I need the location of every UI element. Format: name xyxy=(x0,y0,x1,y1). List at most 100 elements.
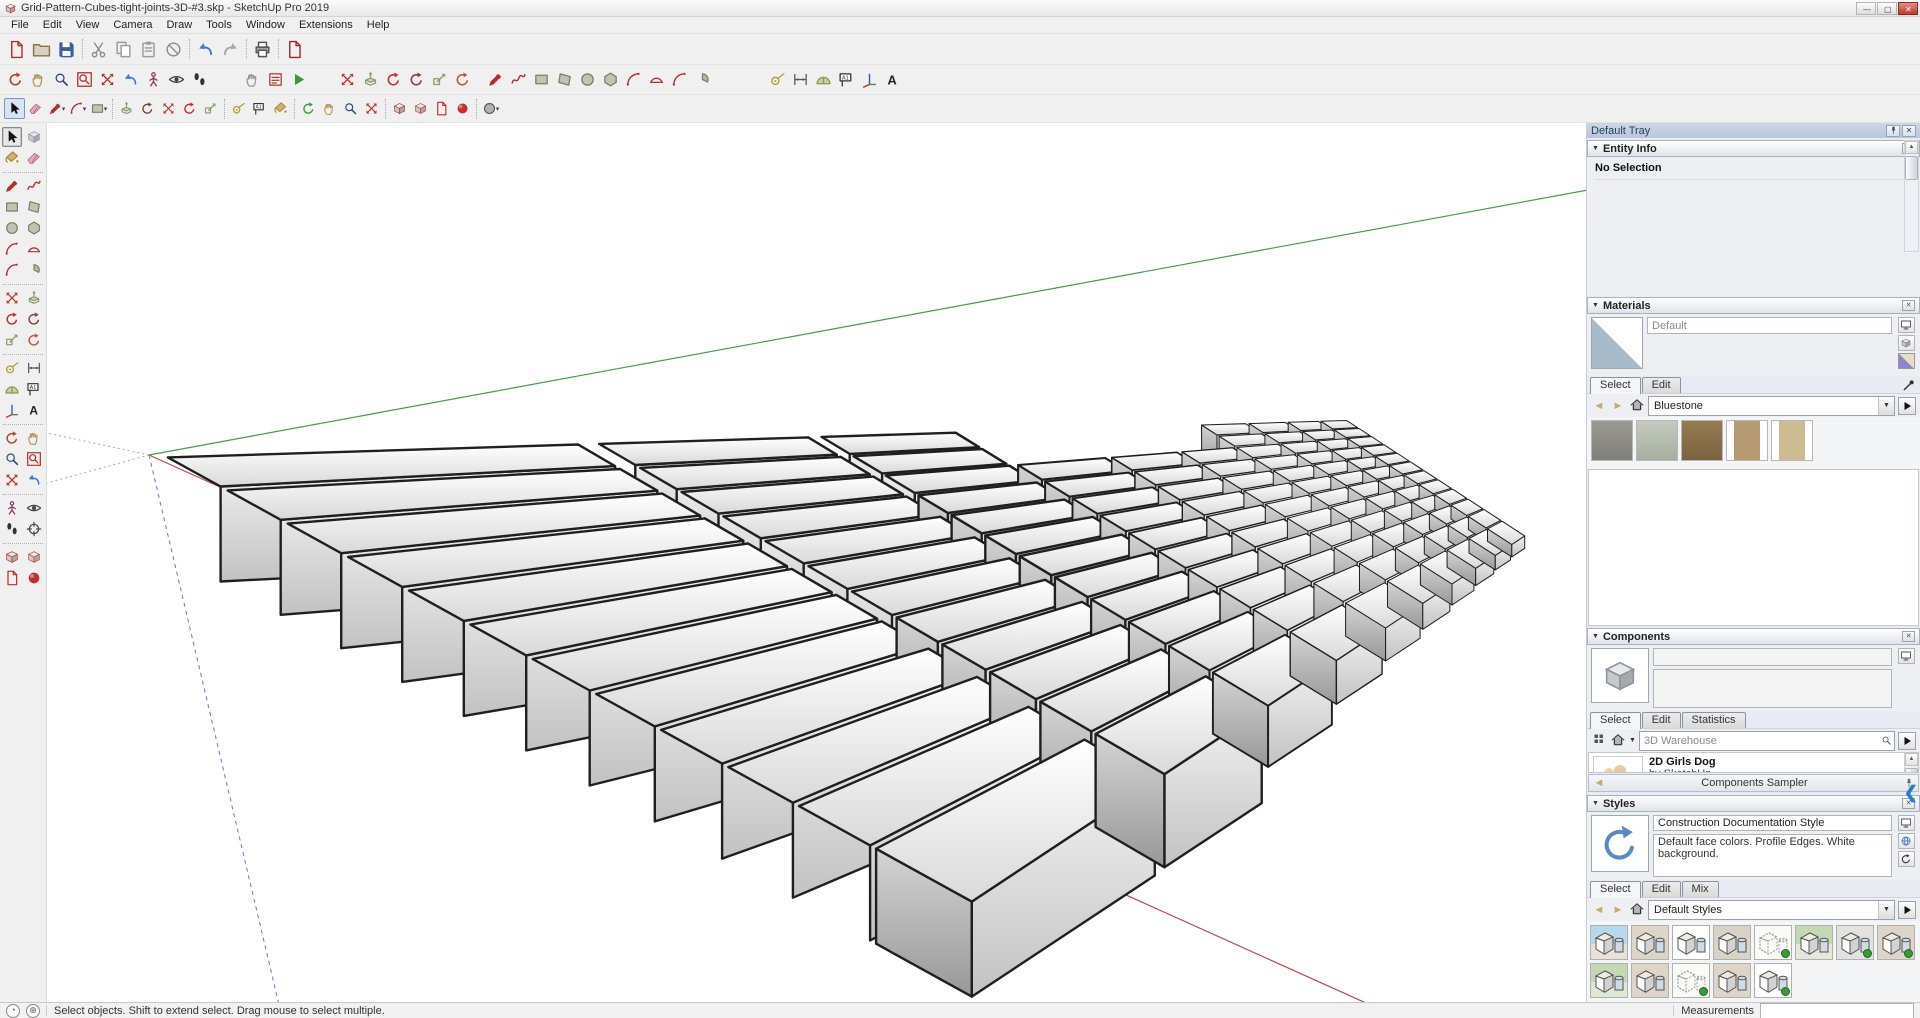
section-plane-button[interactable] xyxy=(24,519,44,539)
maximize-button[interactable]: ▢ xyxy=(1877,2,1897,15)
text-button[interactable] xyxy=(24,379,44,399)
style-thumbnail-4[interactable] xyxy=(1713,925,1751,960)
menu-file[interactable]: File xyxy=(4,18,36,32)
pan-button[interactable] xyxy=(27,68,50,91)
orbit-button[interactable] xyxy=(4,68,27,91)
scroll-up-icon[interactable]: ▲ xyxy=(1905,141,1918,154)
scale-button[interactable] xyxy=(2,330,22,350)
eraser-button[interactable] xyxy=(25,98,46,119)
style-thumbnail-10[interactable] xyxy=(1631,963,1669,998)
zoom-extents-button[interactable] xyxy=(361,98,382,119)
zoom-button[interactable] xyxy=(50,68,73,91)
components-close-button[interactable]: ✕ xyxy=(1902,631,1915,642)
components-scrollbar[interactable]: ▲ xyxy=(1904,753,1918,772)
components-header[interactable]: ▼ Components ✕ xyxy=(1587,628,1920,645)
warehouse-search-input[interactable] xyxy=(1640,735,1878,747)
style-thumbnail-1[interactable] xyxy=(1590,925,1628,960)
rectangle-button[interactable]: ▾ xyxy=(88,98,109,119)
style-thumbnail-13[interactable] xyxy=(1754,963,1792,998)
three-d-text-button[interactable] xyxy=(881,68,904,91)
materials-collection-dropdown[interactable]: Bluestone ▼ xyxy=(1648,396,1895,416)
view-options-button[interactable] xyxy=(1591,733,1607,749)
three-point-arc-button[interactable] xyxy=(2,260,22,280)
material-swatch-bluestone-4[interactable] xyxy=(1726,420,1768,461)
menu-extensions[interactable]: Extensions xyxy=(292,18,360,32)
footer-back-icon[interactable]: ◄ xyxy=(1593,775,1605,791)
pie-button[interactable] xyxy=(691,68,714,91)
look-around-button[interactable] xyxy=(165,68,188,91)
scroll-thumb[interactable] xyxy=(1905,156,1918,180)
create-material-button[interactable] xyxy=(1898,335,1915,351)
menu-camera[interactable]: Camera xyxy=(106,18,159,32)
style-thumbnail-5[interactable] xyxy=(1754,925,1792,960)
save-button[interactable] xyxy=(54,37,79,62)
zoom-previous-button[interactable] xyxy=(119,68,142,91)
material-swatch-bluestone-3[interactable] xyxy=(1681,420,1723,461)
styles-refresh-button[interactable] xyxy=(1898,851,1915,867)
text-button[interactable] xyxy=(249,98,270,119)
walk-button[interactable] xyxy=(188,68,211,91)
entity-info-scrollbar[interactable]: ▲ xyxy=(1904,140,1919,252)
freehand-button[interactable] xyxy=(24,176,44,196)
protractor-button[interactable] xyxy=(812,68,835,91)
rotated-rectangle-button[interactable] xyxy=(24,197,44,217)
tray-close-button[interactable]: ✕ xyxy=(1902,125,1916,137)
new-button[interactable] xyxy=(4,37,29,62)
rectangle-button[interactable] xyxy=(2,197,22,217)
zoom-button[interactable] xyxy=(2,449,22,469)
component-list-item[interactable]: 2D Girls Dogby SketchUpUse the Interact … xyxy=(1589,753,1918,773)
rotated-rectangle-button[interactable] xyxy=(553,68,576,91)
paste-button[interactable] xyxy=(136,37,161,62)
tray-pin-button[interactable] xyxy=(1886,125,1900,137)
style-thumbnail-8[interactable] xyxy=(1877,925,1915,960)
menu-edit[interactable]: Edit xyxy=(36,18,69,32)
orbit-button[interactable] xyxy=(298,98,319,119)
two-point-arc-button[interactable] xyxy=(24,239,44,259)
menu-tools[interactable]: Tools xyxy=(199,18,239,32)
styles-home-button[interactable] xyxy=(1629,902,1645,918)
open-button[interactable] xyxy=(29,37,54,62)
3d-viewport[interactable] xyxy=(47,123,1586,1002)
section-cuts-button[interactable] xyxy=(2,568,22,588)
components-tab-statistics[interactable]: Statistics xyxy=(1682,712,1746,728)
chevron-down-icon[interactable]: ▾ xyxy=(104,105,108,113)
styles-header[interactable]: ▼ Styles ✕ xyxy=(1587,795,1920,812)
scale-button[interactable] xyxy=(428,68,451,91)
menu-draw[interactable]: Draw xyxy=(159,18,199,32)
section-fill-button[interactable] xyxy=(2,547,22,567)
materials-details-button[interactable] xyxy=(1898,397,1916,415)
sandbox-button[interactable] xyxy=(452,98,473,119)
display-secondary-pane-button[interactable] xyxy=(1898,317,1915,333)
select-button[interactable] xyxy=(2,127,22,147)
position-camera-button[interactable] xyxy=(142,68,165,91)
components-result-list[interactable]: 2D Girls Dogby SketchUpUse the Interact … xyxy=(1588,752,1919,773)
text-button[interactable] xyxy=(835,68,858,91)
components-home-button[interactable] xyxy=(1610,733,1626,749)
components-tab-edit[interactable]: Edit xyxy=(1642,712,1681,728)
style-thumbnail-3[interactable] xyxy=(1672,925,1710,960)
cut-button[interactable] xyxy=(86,37,111,62)
chevron-down-icon[interactable]: ▾ xyxy=(496,105,500,113)
offset-button[interactable] xyxy=(24,330,44,350)
in-model-home-button[interactable] xyxy=(1629,398,1645,414)
dimension-button[interactable] xyxy=(24,358,44,378)
3d-warehouse-button[interactable] xyxy=(389,98,410,119)
undo-button[interactable] xyxy=(193,37,218,62)
follow-me-button[interactable] xyxy=(405,68,428,91)
materials-list-area[interactable] xyxy=(1588,469,1919,626)
polygon-button[interactable] xyxy=(599,68,622,91)
push-pull-button[interactable] xyxy=(24,288,44,308)
circle-button[interactable] xyxy=(2,218,22,238)
protractor-button[interactable] xyxy=(2,379,22,399)
look-around-button[interactable] xyxy=(24,498,44,518)
styles-tab-select[interactable]: Select xyxy=(1590,881,1641,898)
axes-button[interactable] xyxy=(858,68,881,91)
polygon-button[interactable] xyxy=(24,218,44,238)
menu-window[interactable]: Window xyxy=(239,18,292,32)
zoom-button[interactable] xyxy=(340,98,361,119)
tape-measure-button[interactable] xyxy=(766,68,789,91)
style-thumbnail-2[interactable] xyxy=(1631,925,1669,960)
previous-button[interactable] xyxy=(24,470,44,490)
scroll-up-icon[interactable]: ▲ xyxy=(1905,753,1918,766)
section-display-button[interactable] xyxy=(24,547,44,567)
